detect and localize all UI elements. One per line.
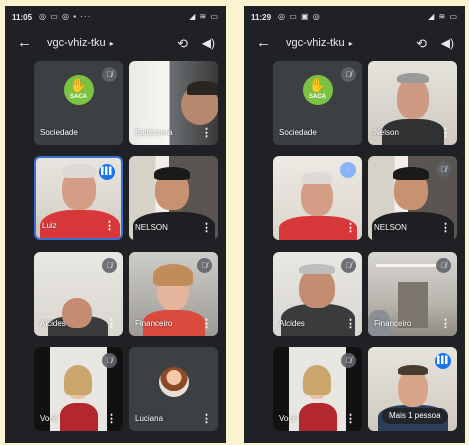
more-options-icon[interactable]: ⋮	[201, 221, 212, 234]
participant-tile-more[interactable]: ▌▌▌ Mais 1 pessoa	[368, 347, 457, 431]
more-options-icon[interactable]: ⋮	[440, 221, 451, 234]
mic-off-icon: 🎙̸	[436, 258, 451, 273]
mic-off-icon: 🎙̸	[102, 258, 117, 273]
participant-tile-alcides[interactable]: Alcides ⋮ 🎙̸	[34, 252, 123, 336]
mic-off-icon: 🎙̸	[197, 258, 212, 273]
meeting-header: ← vgc-vhiz-tku ▸ ⟲ ◀)	[5, 28, 226, 60]
hand-icon: ✋	[69, 77, 88, 93]
more-options-icon[interactable]: ⋮	[345, 221, 356, 234]
participant-name: NELSON	[374, 223, 407, 232]
notification-icons: ◎ ▭ ◎ ▪ ···	[39, 12, 92, 21]
participant-tile-luiz[interactable]: ⋮ ···	[273, 156, 362, 240]
participant-name: Nelson	[374, 128, 399, 137]
status-time: 11:05	[12, 13, 33, 22]
participant-name: Financeiro	[135, 319, 173, 328]
phone-screen-left: 11:05 ◎ ▭ ◎ ▪ ··· ◢ ≋ ▭ ← vgc-vhiz-tku ▸ …	[5, 6, 226, 443]
participant-name: Sociedade	[279, 128, 317, 137]
meeting-code[interactable]: vgc-vhiz-tku ▸	[286, 37, 353, 49]
participant-tile-baldissera[interactable]: Baldissera ⋮	[129, 61, 218, 145]
mic-off-icon: 🎙̸	[341, 67, 356, 82]
status-time: 11:29	[251, 13, 272, 22]
participant-tile-nelson[interactable]: NELSON ⋮ 🎙̸	[368, 156, 457, 240]
talking-indicator-icon: ▌▌▌	[435, 353, 451, 369]
organization-logo: ✋ SACA	[63, 75, 94, 105]
more-options-icon[interactable]: ⋮	[345, 317, 356, 330]
participant-tile-sociedade[interactable]: ✋ SACA Sociedade 🎙̸	[34, 61, 123, 145]
chevron-right-icon: ▸	[109, 39, 114, 48]
more-options-icon[interactable]: ⋮	[106, 412, 117, 425]
meeting-header: ← vgc-vhiz-tku ▸ ⟲ ◀)	[244, 28, 465, 60]
back-arrow-icon[interactable]: ←	[256, 34, 271, 51]
switch-camera-icon[interactable]: ⟲	[416, 36, 427, 52]
mic-off-icon: 🎙̸	[436, 162, 451, 177]
more-options-icon[interactable]: ⋮	[440, 126, 451, 139]
notification-icons: ◎ ▭ ▣ ◎	[278, 12, 321, 21]
participant-tile-financeiro[interactable]: Financeiro ⋮ 🎙̸	[368, 252, 457, 336]
participant-name: Luciana	[135, 414, 164, 423]
meeting-code-text: vgc-vhiz-tku	[286, 37, 345, 49]
participant-tile-luciana[interactable]: Luciana ⋮	[129, 347, 218, 431]
participant-name: Baldissera	[135, 128, 173, 137]
participant-name: Você	[40, 414, 58, 423]
participant-tile-self[interactable]: Você ⋮ 🎙̸	[273, 347, 362, 431]
more-options-icon[interactable]: ⋮	[201, 317, 212, 330]
meeting-code-text: vgc-vhiz-tku	[47, 37, 106, 49]
participant-tile-nelson[interactable]: NELSON ⋮	[129, 156, 218, 240]
participant-name: NELSON	[135, 223, 168, 232]
mic-off-icon: 🎙̸	[102, 353, 117, 368]
more-options-icon[interactable]: ⋮	[440, 317, 451, 330]
talking-indicator-icon: ···	[340, 162, 356, 178]
speaker-icon[interactable]: ◀)	[441, 36, 454, 50]
switch-camera-icon[interactable]: ⟲	[177, 36, 188, 52]
more-options-icon[interactable]: ⋮	[345, 412, 356, 425]
speaker-icon[interactable]: ◀)	[202, 36, 215, 50]
phone-screen-right: 11:29 ◎ ▭ ▣ ◎ ◢ ≋ ▭ ← vgc-vhiz-tku ▸ ⟲ ◀)…	[244, 6, 465, 443]
more-options-icon[interactable]: ⋮	[104, 219, 115, 232]
logo-text: SACA	[308, 94, 326, 100]
mic-off-icon: 🎙̸	[341, 353, 356, 368]
chevron-right-icon: ▸	[348, 39, 353, 48]
participant-name: Alcides	[40, 319, 66, 328]
more-options-icon[interactable]: ⋮	[201, 126, 212, 139]
more-options-icon[interactable]: ⋮	[201, 412, 212, 425]
participant-name: Financeiro	[374, 319, 412, 328]
hand-icon: ✋	[308, 77, 327, 93]
participant-name: Sociedade	[40, 128, 78, 137]
avatar	[158, 367, 189, 397]
participant-tile-financeiro[interactable]: Financeiro ⋮ 🎙̸	[129, 252, 218, 336]
more-participants-button[interactable]: Mais 1 pessoa	[382, 408, 448, 424]
organization-logo: ✋ SACA	[302, 75, 333, 105]
logo-text: SACA	[69, 94, 87, 100]
talking-indicator-icon: ▌▌▌	[99, 164, 115, 180]
more-options-icon[interactable]: ⋮	[106, 317, 117, 330]
system-icons: ◢ ≋ ▭	[428, 12, 458, 21]
system-icons: ◢ ≋ ▭	[189, 12, 219, 21]
participant-tile-luiz[interactable]: Luiz ⋮ ▌▌▌	[34, 156, 123, 240]
back-arrow-icon[interactable]: ←	[17, 34, 32, 51]
mic-off-icon: 🎙̸	[341, 258, 356, 273]
participant-tile-alcides[interactable]: Alcides ⋮ 🎙̸	[273, 252, 362, 336]
participant-tile-nelson-top[interactable]: Nelson ⋮	[368, 61, 457, 145]
participant-tile-sociedade[interactable]: ✋ SACA Sociedade 🎙̸	[273, 61, 362, 145]
status-bar: 11:05 ◎ ▭ ◎ ▪ ··· ◢ ≋ ▭	[5, 6, 226, 28]
status-bar: 11:29 ◎ ▭ ▣ ◎ ◢ ≋ ▭	[244, 6, 465, 28]
meeting-code[interactable]: vgc-vhiz-tku ▸	[47, 37, 114, 49]
participant-name: Alcides	[279, 319, 305, 328]
participant-name: Você	[279, 414, 297, 423]
mic-off-icon: 🎙̸	[102, 67, 117, 82]
participant-name: Luiz	[42, 221, 57, 230]
participant-tile-self[interactable]: Você ⋮ 🎙̸	[34, 347, 123, 431]
